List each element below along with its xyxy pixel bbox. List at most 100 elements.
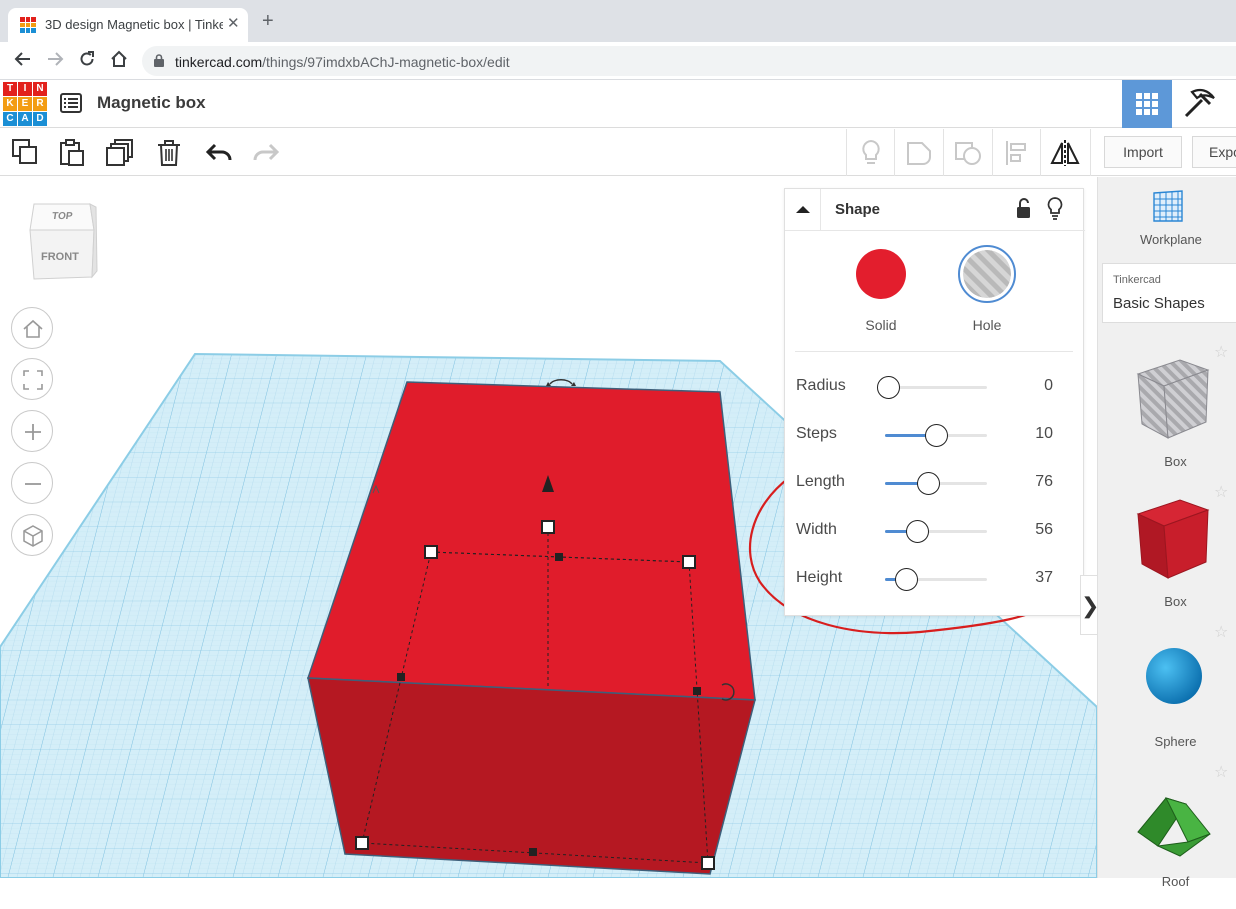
align-icon[interactable]: [1004, 139, 1032, 167]
shape-item-roof[interactable]: ☆ Roof: [1118, 764, 1233, 909]
browser-tab[interactable]: 3D design Magnetic box | Tinkercad ✕: [8, 8, 248, 42]
inspector-title: Shape: [835, 201, 881, 218]
bricks-view-button[interactable]: [1174, 80, 1224, 128]
param-slider-track[interactable]: [885, 530, 987, 533]
home-icon: [23, 319, 43, 338]
edge-handle[interactable]: [529, 848, 537, 856]
favorite-star-icon[interactable]: ☆: [1214, 762, 1228, 782]
workplane-tool[interactable]: Workplane: [1098, 177, 1236, 257]
perspective-button[interactable]: [11, 514, 53, 556]
fit-view-button[interactable]: [11, 358, 53, 400]
param-value[interactable]: 10: [1035, 425, 1053, 443]
height-handle[interactable]: [541, 520, 555, 534]
copy-icon[interactable]: [12, 139, 40, 167]
inspector-divider: [795, 351, 1073, 352]
edge-handle[interactable]: [555, 553, 563, 561]
lightbulb-icon[interactable]: [1047, 197, 1063, 226]
zoom-in-button[interactable]: [11, 410, 53, 452]
favorite-star-icon[interactable]: ☆: [1214, 622, 1228, 642]
logo-letter: N: [33, 82, 47, 96]
pickaxe-icon: [1184, 88, 1215, 118]
logo-letter: D: [33, 112, 47, 126]
toolbar-divider: [1040, 129, 1041, 176]
toolbar-divider: [992, 129, 993, 176]
unlock-icon[interactable]: [1015, 198, 1033, 225]
shape-item-sphere[interactable]: ☆ Sphere: [1118, 624, 1233, 769]
shape-library-selector[interactable]: Tinkercad Basic Shapes: [1102, 263, 1236, 323]
param-label: Width: [796, 521, 837, 538]
paste-icon[interactable]: [58, 139, 86, 167]
hole-swatch[interactable]: [958, 245, 1016, 303]
design-list-icon[interactable]: [60, 93, 82, 113]
favorite-star-icon[interactable]: ☆: [1214, 342, 1228, 362]
corner-handle[interactable]: [355, 836, 369, 850]
forward-arrow-icon[interactable]: [45, 50, 65, 72]
collapse-inspector-button[interactable]: [785, 189, 821, 231]
browser-tab-strip: 3D design Magnetic box | Tinkercad ✕ +: [0, 0, 1236, 42]
lightbulb-icon[interactable]: [857, 139, 885, 167]
zoom-out-button[interactable]: [11, 462, 53, 504]
cube-outline-icon: [23, 525, 43, 547]
import-button[interactable]: Import: [1104, 136, 1182, 168]
favorite-star-icon[interactable]: ☆: [1214, 482, 1228, 502]
solid-color-swatch[interactable]: [856, 249, 906, 299]
fit-view-icon: [23, 370, 43, 390]
collapse-panel-chevron-icon[interactable]: ❯: [1080, 575, 1099, 635]
param-slider-thumb[interactable]: [905, 520, 929, 543]
param-slider-thumb[interactable]: [916, 472, 940, 495]
param-row-height: Height 37: [785, 564, 1085, 594]
toolbar-divider: [1090, 129, 1091, 176]
undo-icon[interactable]: [205, 139, 233, 167]
shape-item-box-solid[interactable]: ☆ Box: [1118, 484, 1233, 629]
param-slider-track[interactable]: [885, 386, 987, 389]
edge-handle[interactable]: [397, 673, 405, 681]
design-title[interactable]: Magnetic box: [97, 93, 206, 113]
3d-design-view-button[interactable]: [1122, 80, 1172, 128]
shapes-panel: Workplane Tinkercad Basic Shapes ☆ Box ☆…: [1097, 177, 1236, 889]
url-host: tinkercad.com: [175, 54, 263, 70]
corner-handle[interactable]: [682, 555, 696, 569]
corner-handle[interactable]: [701, 856, 715, 870]
home-icon[interactable]: [109, 50, 129, 72]
library-provider: Tinkercad: [1113, 274, 1161, 286]
triangle-up-icon: [796, 206, 810, 213]
duplicate-icon[interactable]: [106, 139, 134, 167]
viewcube-front-label: FRONT: [41, 251, 79, 263]
param-row-steps: Steps 10: [785, 420, 1085, 450]
trash-icon[interactable]: [155, 139, 183, 167]
param-value[interactable]: 37: [1035, 569, 1053, 587]
minus-icon: [25, 483, 41, 485]
mirror-icon[interactable]: [1050, 139, 1080, 167]
shape-item-box-hole[interactable]: ☆ Box: [1118, 344, 1233, 489]
back-arrow-icon[interactable]: [13, 50, 33, 72]
new-tab-button[interactable]: +: [262, 10, 274, 33]
logo-letter: A: [18, 112, 32, 126]
url-field[interactable]: tinkercad.com/things/97imdxbAChJ-magneti…: [142, 46, 1236, 76]
shape-name: Box: [1164, 594, 1187, 609]
lock-icon[interactable]: [154, 54, 164, 67]
view-cube[interactable]: TOP FRONT: [28, 199, 98, 283]
param-value[interactable]: 56: [1035, 521, 1053, 539]
export-button[interactable]: Expo: [1192, 136, 1236, 168]
ungroup-icon[interactable]: [954, 139, 982, 167]
param-slider-thumb[interactable]: [925, 424, 948, 447]
url-text: tinkercad.com/things/97imdxbAChJ-magneti…: [175, 54, 510, 70]
shape-name: Roof: [1161, 874, 1190, 889]
hole-label: Hole: [972, 317, 1002, 333]
group-icon[interactable]: [905, 139, 933, 167]
tab-close-icon[interactable]: ✕: [227, 14, 240, 32]
param-slider-thumb[interactable]: [895, 568, 919, 591]
param-value[interactable]: 0: [1044, 377, 1053, 395]
param-value[interactable]: 76: [1035, 473, 1053, 491]
param-slider-thumb[interactable]: [877, 376, 901, 399]
reload-icon[interactable]: [77, 50, 97, 72]
param-label: Height: [796, 569, 843, 586]
redo-icon[interactable]: [252, 139, 280, 167]
logo-letter: T: [3, 82, 17, 96]
tinkercad-logo[interactable]: TIN KER CAD: [3, 82, 47, 126]
corner-handle[interactable]: [424, 545, 438, 559]
shape-name: Sphere: [1154, 734, 1197, 749]
edge-handle[interactable]: [693, 687, 701, 695]
tinkercad-favicon-icon: [20, 17, 36, 33]
home-view-button[interactable]: [11, 307, 53, 349]
